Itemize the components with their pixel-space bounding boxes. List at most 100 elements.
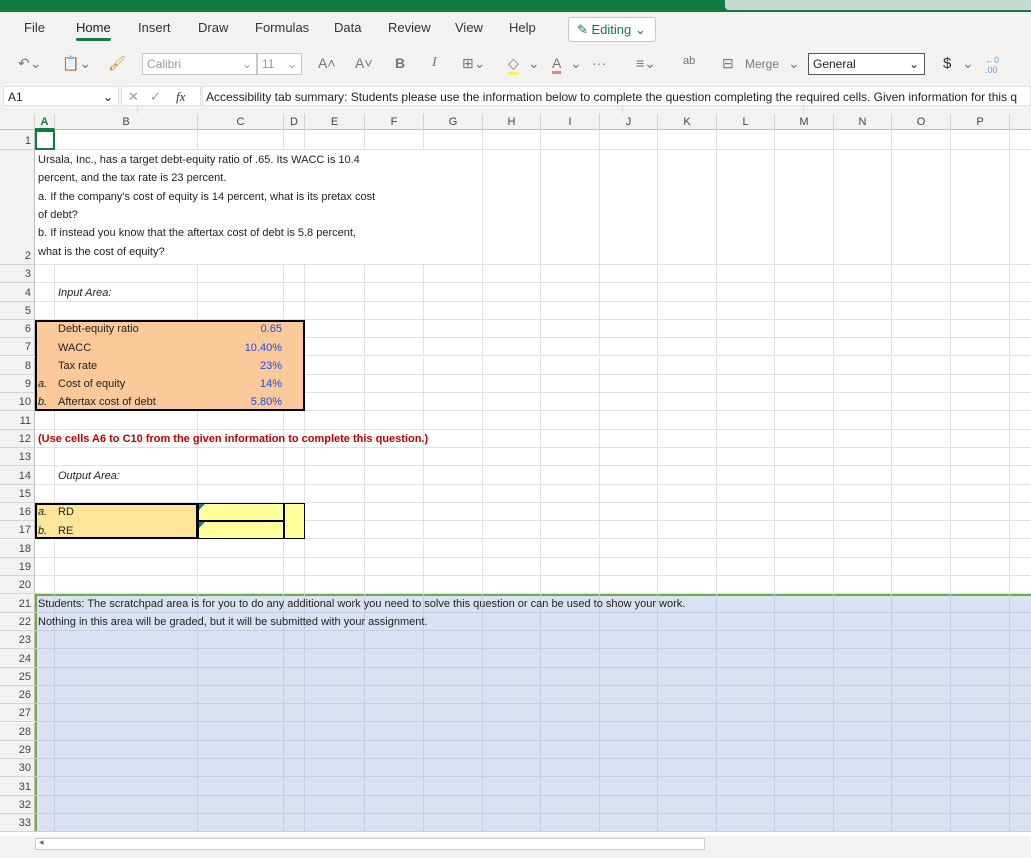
scratch-cell[interactable] [35, 722, 55, 741]
cell-M5[interactable] [775, 301, 834, 320]
output-cell-rd[interactable] [198, 502, 284, 522]
cell-C11[interactable] [198, 411, 284, 430]
more-icon[interactable]: ··· [592, 55, 606, 71]
column-header-I[interactable]: I [541, 114, 600, 130]
cell-O16[interactable] [892, 502, 951, 522]
cell-O10[interactable] [892, 393, 951, 412]
cell-L19[interactable] [717, 557, 775, 577]
cell-L18[interactable] [717, 539, 775, 558]
italic-icon[interactable]: I [432, 55, 437, 71]
scratch-cell[interactable] [198, 631, 284, 650]
scratch-cell[interactable] [483, 722, 541, 741]
cell-P3[interactable] [951, 265, 1010, 284]
cell-I4[interactable] [541, 283, 600, 302]
cell-P18[interactable] [951, 539, 1010, 558]
scratch-cell[interactable] [284, 740, 305, 760]
cell-N6[interactable] [834, 319, 892, 339]
cell-I12[interactable] [541, 429, 600, 448]
cell-P16[interactable] [951, 502, 1010, 522]
scratch-cell[interactable] [775, 740, 834, 760]
cell-D19[interactable] [284, 557, 305, 577]
cell-L12[interactable] [717, 429, 775, 448]
scratch-cell[interactable] [658, 814, 717, 833]
cell-H4[interactable] [483, 283, 541, 302]
cell-B11[interactable] [55, 411, 198, 430]
scratch-cell[interactable] [600, 631, 658, 650]
scratch-cell[interactable] [1010, 777, 1031, 796]
cell-M8[interactable] [775, 356, 834, 375]
cell-P2[interactable] [951, 150, 1010, 265]
paste-icon[interactable]: 📋⌄ [62, 55, 91, 72]
scratch-cell[interactable] [775, 594, 834, 613]
row-header-6[interactable]: 6 [0, 319, 35, 339]
scratch-cell[interactable] [365, 631, 424, 650]
cell-F14[interactable] [365, 466, 424, 485]
cell-O7[interactable] [892, 338, 951, 357]
scratch-cell[interactable] [483, 795, 541, 814]
column-header-E[interactable]: E [305, 114, 365, 130]
row-header-30[interactable]: 30 [0, 759, 35, 778]
row-header-12[interactable]: 12 [0, 429, 35, 448]
cell-P11[interactable] [951, 411, 1010, 430]
scratch-cell[interactable] [1010, 631, 1031, 650]
cell-F6[interactable] [365, 319, 424, 339]
scratch-cell[interactable] [365, 814, 424, 833]
scratch-cell[interactable] [717, 612, 775, 631]
cell-F3[interactable] [365, 265, 424, 284]
cell-J1[interactable] [600, 130, 658, 150]
cell-I5[interactable] [541, 301, 600, 320]
row-header-5[interactable]: 5 [0, 301, 35, 320]
cell-E20[interactable] [305, 576, 365, 595]
cell-J7[interactable] [600, 338, 658, 357]
active-cell-a1[interactable] [35, 130, 55, 150]
cell-M16[interactable] [775, 502, 834, 522]
cell-A5[interactable] [35, 301, 55, 320]
row-header-33[interactable]: 33 [0, 814, 35, 833]
cell-H6[interactable] [483, 319, 541, 339]
scratch-cell[interactable] [892, 795, 951, 814]
cell-G4[interactable] [424, 283, 483, 302]
scratch-cell[interactable] [600, 649, 658, 668]
scratch-cell[interactable] [951, 722, 1010, 741]
cell-N19[interactable] [834, 557, 892, 577]
cell-B18[interactable] [55, 539, 198, 558]
cell-Q1[interactable] [1010, 130, 1031, 150]
scratch-cell[interactable] [305, 814, 365, 833]
formula-input[interactable]: Accessibility tab summary: Students plea… [202, 86, 1031, 106]
cell-O20[interactable] [892, 576, 951, 595]
horizontal-scrollbar[interactable]: ◂ [35, 837, 705, 850]
cell-G16[interactable] [424, 502, 483, 522]
cell-H18[interactable] [483, 539, 541, 558]
scratch-cell[interactable] [483, 759, 541, 778]
scratch-cell[interactable] [775, 777, 834, 796]
name-box[interactable]: A1 ⌄ [3, 86, 119, 106]
tab-formulas[interactable]: Formulas [255, 20, 309, 35]
cell-E13[interactable] [305, 448, 365, 467]
cell-D11[interactable] [284, 411, 305, 430]
cell-A18[interactable] [35, 539, 55, 558]
scratch-cell[interactable] [892, 759, 951, 778]
scratch-cell[interactable] [305, 759, 365, 778]
scratch-cell[interactable] [365, 759, 424, 778]
scratch-cell[interactable] [892, 814, 951, 833]
cell-K2[interactable] [658, 150, 717, 265]
cell-O13[interactable] [892, 448, 951, 467]
cell-A3[interactable] [35, 265, 55, 284]
decrease-decimal-icon[interactable]: ←0.00 [985, 55, 999, 75]
column-header-P[interactable]: P [951, 114, 1010, 130]
cell-J2[interactable] [600, 150, 658, 265]
scratch-cell[interactable] [892, 740, 951, 760]
scratch-cell[interactable] [424, 631, 483, 650]
scratch-cell[interactable] [775, 814, 834, 833]
cell-E9[interactable] [305, 374, 365, 394]
cell-F8[interactable] [365, 356, 424, 375]
scratch-cell[interactable] [951, 594, 1010, 613]
cell-L14[interactable] [717, 466, 775, 485]
row-header-15[interactable]: 15 [0, 484, 35, 503]
scratch-cell[interactable] [305, 667, 365, 686]
cell-G11[interactable] [424, 411, 483, 430]
scratch-cell[interactable] [717, 631, 775, 650]
cell-M14[interactable] [775, 466, 834, 485]
scratch-cell[interactable] [541, 667, 600, 686]
scratch-cell[interactable] [541, 704, 600, 723]
